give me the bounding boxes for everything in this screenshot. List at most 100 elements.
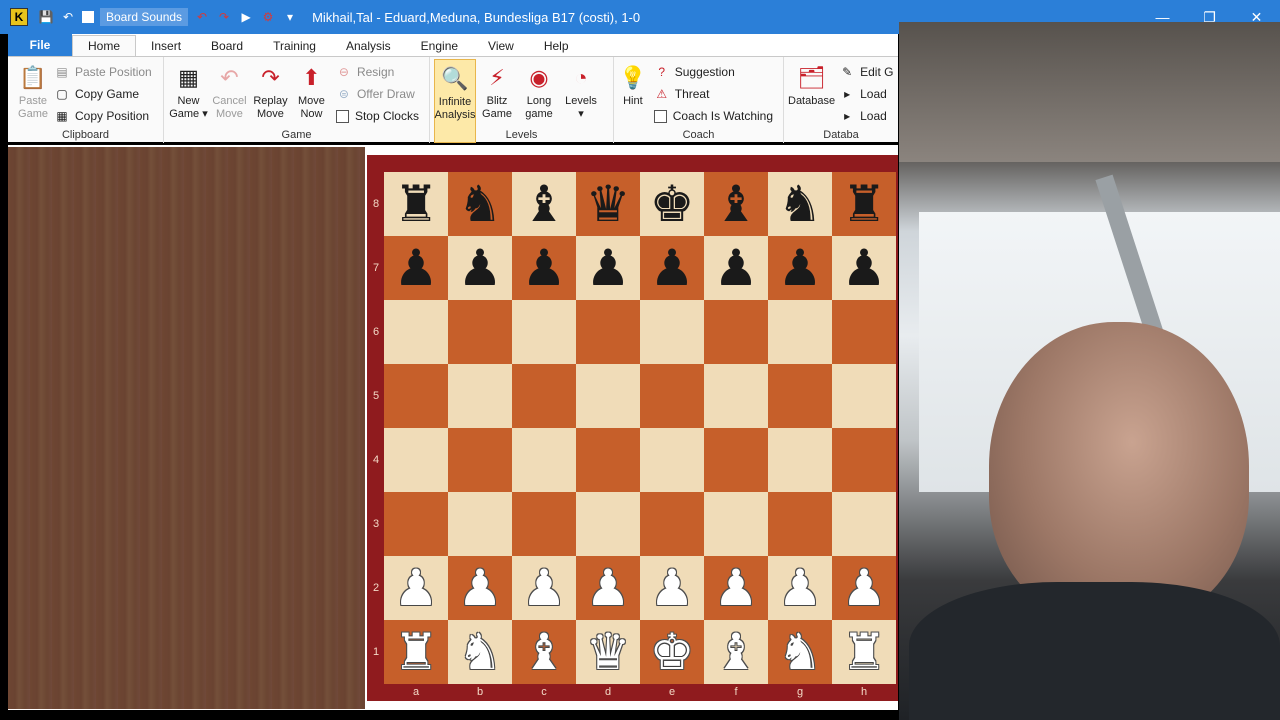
- black-bishop-piece[interactable]: ♝: [714, 179, 759, 229]
- square-b1[interactable]: ♞: [448, 620, 512, 684]
- white-pawn-piece[interactable]: ♟: [714, 563, 759, 613]
- play-icon[interactable]: ▶: [238, 9, 254, 25]
- square-e2[interactable]: ♟: [640, 556, 704, 620]
- tab-file[interactable]: File: [8, 34, 72, 56]
- square-h6[interactable]: [832, 300, 896, 364]
- square-b3[interactable]: [448, 492, 512, 556]
- square-h5[interactable]: [832, 364, 896, 428]
- black-pawn-piece[interactable]: ♟: [714, 243, 759, 293]
- square-f3[interactable]: [704, 492, 768, 556]
- white-pawn-piece[interactable]: ♟: [458, 563, 503, 613]
- board-sounds-label[interactable]: Board Sounds: [100, 8, 189, 26]
- redo-icon[interactable]: ↷: [216, 9, 232, 25]
- square-c1[interactable]: ♝: [512, 620, 576, 684]
- white-bishop-piece[interactable]: ♝: [522, 627, 567, 677]
- resign-button[interactable]: ⊖ Resign: [336, 61, 425, 83]
- coach-watching-toggle[interactable]: Coach Is Watching: [653, 105, 779, 127]
- black-pawn-piece[interactable]: ♟: [778, 243, 823, 293]
- square-f1[interactable]: ♝: [704, 620, 768, 684]
- square-f4[interactable]: [704, 428, 768, 492]
- square-b8[interactable]: ♞: [448, 172, 512, 236]
- load-button-1[interactable]: ▸ Load: [839, 83, 899, 105]
- square-d2[interactable]: ♟: [576, 556, 640, 620]
- square-b7[interactable]: ♟: [448, 236, 512, 300]
- square-g1[interactable]: ♞: [768, 620, 832, 684]
- tab-insert[interactable]: Insert: [136, 36, 196, 56]
- tab-analysis[interactable]: Analysis: [331, 36, 406, 56]
- square-a1[interactable]: ♜: [384, 620, 448, 684]
- square-e3[interactable]: [640, 492, 704, 556]
- square-f6[interactable]: [704, 300, 768, 364]
- square-f5[interactable]: [704, 364, 768, 428]
- black-knight-piece[interactable]: ♞: [778, 179, 823, 229]
- square-a7[interactable]: ♟: [384, 236, 448, 300]
- stop-clocks-toggle[interactable]: Stop Clocks: [335, 105, 425, 127]
- white-pawn-piece[interactable]: ♟: [394, 563, 439, 613]
- black-king-piece[interactable]: ♚: [650, 179, 695, 229]
- white-king-piece[interactable]: ♚: [650, 627, 695, 677]
- square-c3[interactable]: [512, 492, 576, 556]
- square-d1[interactable]: ♛: [576, 620, 640, 684]
- coach-watching-checkbox[interactable]: [653, 109, 667, 123]
- square-b4[interactable]: [448, 428, 512, 492]
- square-a3[interactable]: [384, 492, 448, 556]
- qat-dropdown-icon[interactable]: ▾: [282, 9, 298, 25]
- square-d7[interactable]: ♟: [576, 236, 640, 300]
- tab-engine[interactable]: Engine: [406, 36, 473, 56]
- black-pawn-piece[interactable]: ♟: [842, 243, 887, 293]
- suggestion-button[interactable]: ? Suggestion: [654, 61, 779, 83]
- square-h3[interactable]: [832, 492, 896, 556]
- black-rook-piece[interactable]: ♜: [394, 179, 439, 229]
- black-rook-piece[interactable]: ♜: [842, 179, 887, 229]
- black-pawn-piece[interactable]: ♟: [586, 243, 631, 293]
- square-h1[interactable]: ♜: [832, 620, 896, 684]
- tab-home[interactable]: Home: [72, 35, 137, 56]
- paste-position-button[interactable]: ▤ Paste Position: [54, 61, 158, 83]
- offer-draw-button[interactable]: ⊜ Offer Draw: [336, 83, 425, 105]
- square-a6[interactable]: [384, 300, 448, 364]
- square-c7[interactable]: ♟: [512, 236, 576, 300]
- white-pawn-piece[interactable]: ♟: [586, 563, 631, 613]
- square-g7[interactable]: ♟: [768, 236, 832, 300]
- tab-help[interactable]: Help: [529, 36, 584, 56]
- square-g2[interactable]: ♟: [768, 556, 832, 620]
- square-d5[interactable]: [576, 364, 640, 428]
- white-pawn-piece[interactable]: ♟: [778, 563, 823, 613]
- square-h7[interactable]: ♟: [832, 236, 896, 300]
- tab-board[interactable]: Board: [196, 36, 258, 56]
- white-knight-piece[interactable]: ♞: [778, 627, 823, 677]
- square-g4[interactable]: [768, 428, 832, 492]
- chessboard[interactable]: ♜ ♞ ♝ ♛ ♚ ♝ ♞ ♜ ♟ ♟ ♟ ♟ ♟ ♟ ♟ ♟ ♟ ♟ ♟ ♟ ♟ ♟ ♟ ♟ ♜ ♞ ♝ ♛ ♚ ♝ ♞ ♜: [384, 172, 898, 684]
- edit-game-button[interactable]: ✎ Edit G: [839, 61, 899, 83]
- white-rook-piece[interactable]: ♜: [394, 627, 439, 677]
- engine-icon[interactable]: ⚙: [260, 9, 276, 25]
- square-d3[interactable]: [576, 492, 640, 556]
- square-a4[interactable]: [384, 428, 448, 492]
- square-d8[interactable]: ♛: [576, 172, 640, 236]
- black-pawn-piece[interactable]: ♟: [394, 243, 439, 293]
- square-d4[interactable]: [576, 428, 640, 492]
- square-e8[interactable]: ♚: [640, 172, 704, 236]
- copy-game-button[interactable]: ▢ Copy Game: [54, 83, 158, 105]
- black-pawn-piece[interactable]: ♟: [650, 243, 695, 293]
- tab-view[interactable]: View: [473, 36, 529, 56]
- tab-training[interactable]: Training: [258, 36, 331, 56]
- white-pawn-piece[interactable]: ♟: [650, 563, 695, 613]
- save-icon[interactable]: 💾: [38, 9, 54, 25]
- white-pawn-piece[interactable]: ♟: [522, 563, 567, 613]
- copy-position-button[interactable]: ▦ Copy Position: [54, 105, 158, 127]
- black-knight-piece[interactable]: ♞: [458, 179, 503, 229]
- square-c8[interactable]: ♝: [512, 172, 576, 236]
- square-h4[interactable]: [832, 428, 896, 492]
- square-g8[interactable]: ♞: [768, 172, 832, 236]
- square-e4[interactable]: [640, 428, 704, 492]
- square-g5[interactable]: [768, 364, 832, 428]
- take-back-icon[interactable]: ↶: [194, 9, 210, 25]
- board-sounds-checkbox[interactable]: [82, 11, 94, 23]
- white-queen-piece[interactable]: ♛: [586, 627, 631, 677]
- square-f2[interactable]: ♟: [704, 556, 768, 620]
- square-e5[interactable]: [640, 364, 704, 428]
- square-c5[interactable]: [512, 364, 576, 428]
- black-pawn-piece[interactable]: ♟: [458, 243, 503, 293]
- undo-icon[interactable]: ↶: [60, 9, 76, 25]
